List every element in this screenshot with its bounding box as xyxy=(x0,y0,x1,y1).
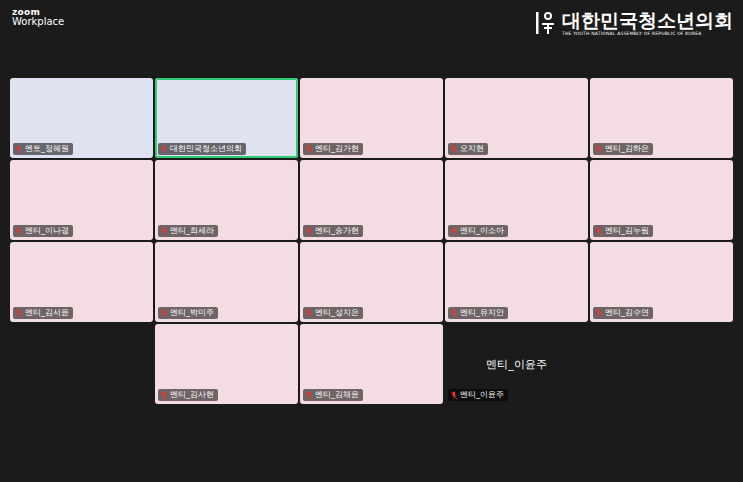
participant-name: 멘티_유지안 xyxy=(460,308,504,318)
participant-tile[interactable]: 멘티_김누림 xyxy=(590,160,733,240)
participant-tile[interactable]: 멘티_김채윤 xyxy=(300,324,443,404)
participant-tile[interactable]: 멘티_송가현 xyxy=(300,160,443,240)
participant-tile[interactable]: 멘티_김하은 xyxy=(590,78,733,158)
muted-mic-icon xyxy=(595,309,603,318)
name-label: 멘티_유지안 xyxy=(448,307,508,319)
participant-name: 멘티_이소아 xyxy=(460,226,504,236)
participant-tile[interactable]: 멘티_김사현 xyxy=(155,324,298,404)
watermark-subtitle: THE YOUTH NATIONAL ASSEMBLY OF REPUBLIC … xyxy=(562,31,733,36)
name-label: 멘티_김가현 xyxy=(303,143,363,155)
participant-name: 오지현 xyxy=(460,144,484,154)
participant-name: 멘티_김하은 xyxy=(605,144,649,154)
name-label: 멘티_송가현 xyxy=(303,225,363,237)
assembly-logo-icon xyxy=(535,10,557,36)
participant-name: 멘티_송가현 xyxy=(315,226,359,236)
participant-tile[interactable]: 멘티_유지안 xyxy=(445,242,588,322)
name-label: 오지현 xyxy=(448,143,488,155)
participant-tile[interactable]: 멘티_김수연 xyxy=(590,242,733,322)
top-bar: zoomWorkplace 대한민국청소년의회THE YOUTH NATIONAL… xyxy=(0,0,743,72)
name-label: 멘티_이소아 xyxy=(448,225,508,237)
product-text: Workplace xyxy=(12,17,64,28)
muted-mic-icon xyxy=(450,309,458,318)
participant-tile[interactable]: 멘티_성지은 xyxy=(300,242,443,322)
participant-tile[interactable]: 멘토_정혜원 xyxy=(10,78,153,158)
participant-name: 멘티_이윤주 xyxy=(460,390,504,400)
brand-text: zoom xyxy=(12,8,64,17)
name-label: 멘토_정혜원 xyxy=(13,143,73,155)
muted-mic-icon xyxy=(160,145,168,154)
name-label: 멘티_이나경 xyxy=(13,225,73,237)
participant-tile[interactable]: 멘티_이소아 xyxy=(445,160,588,240)
participant-name: 멘티_김수연 xyxy=(605,308,649,318)
name-label: 대한민국청소년의회 xyxy=(158,143,246,155)
muted-mic-icon xyxy=(15,309,23,318)
muted-mic-icon xyxy=(450,227,458,236)
name-label: 멘티_김사현 xyxy=(158,389,218,401)
participant-name: 멘티_김서윤 xyxy=(25,308,69,318)
name-label: 멘티_최세라 xyxy=(158,225,218,237)
muted-mic-icon xyxy=(595,227,603,236)
participant-name: 멘티_김사현 xyxy=(170,390,214,400)
muted-mic-icon xyxy=(450,391,458,400)
participant-name: 멘토_정혜원 xyxy=(25,144,69,154)
name-label: 멘티_이윤주 xyxy=(448,389,508,401)
watermark: 대한민국청소년의회THE YOUTH NATIONAL ASSEMBLY OF … xyxy=(535,8,733,36)
participant-name: 멘티_김가현 xyxy=(315,144,359,154)
participant-name: 멘티_박미주 xyxy=(170,308,214,318)
participant-name: 멘티_이나경 xyxy=(25,226,69,236)
muted-mic-icon xyxy=(305,227,313,236)
name-label: 멘티_김채윤 xyxy=(303,389,363,401)
participant-name: 멘티_김누림 xyxy=(605,226,649,236)
participant-tile[interactable]: 오지현 xyxy=(445,78,588,158)
muted-mic-icon xyxy=(450,145,458,154)
participant-tile[interactable]: 멘티_이윤주멘티_이윤주 xyxy=(445,324,588,404)
participant-tile[interactable]: 멘티_박미주 xyxy=(155,242,298,322)
participant-tile[interactable]: 멘티_최세라 xyxy=(155,160,298,240)
participant-tile[interactable]: 멘티_이나경 xyxy=(10,160,153,240)
name-label: 멘티_성지은 xyxy=(303,307,363,319)
muted-mic-icon xyxy=(15,145,23,154)
name-label: 멘티_박미주 xyxy=(158,307,218,319)
gallery-grid: 멘토_정혜원 대한민국청소년의회 멘티_김가현 오지현 멘티_김하은멘티_이나경 멘티_최… xyxy=(0,72,743,404)
muted-mic-icon xyxy=(305,391,313,400)
participant-tile[interactable]: 멘티_김서윤 xyxy=(10,242,153,322)
muted-mic-icon xyxy=(160,309,168,318)
participant-name-center: 멘티_이윤주 xyxy=(486,357,547,372)
name-label: 멘티_김수연 xyxy=(593,307,653,319)
watermark-text: 대한민국청소년의회THE YOUTH NATIONAL ASSEMBLY OF … xyxy=(562,10,733,36)
name-label: 멘티_김하은 xyxy=(593,143,653,155)
name-label: 멘티_김서윤 xyxy=(13,307,73,319)
muted-mic-icon xyxy=(305,145,313,154)
participant-name: 대한민국청소년의회 xyxy=(170,144,242,154)
participant-tile[interactable]: 멘티_김가현 xyxy=(300,78,443,158)
participant-name: 멘티_김채윤 xyxy=(315,390,359,400)
muted-mic-icon xyxy=(160,227,168,236)
participant-tile[interactable]: 대한민국청소년의회 xyxy=(155,78,298,158)
muted-mic-icon xyxy=(15,227,23,236)
participant-name: 멘티_성지은 xyxy=(315,308,359,318)
zoom-logo: zoomWorkplace xyxy=(12,8,64,28)
name-label: 멘티_김누림 xyxy=(593,225,653,237)
muted-mic-icon xyxy=(595,145,603,154)
watermark-title: 대한민국청소년의회 xyxy=(562,10,733,31)
participant-name: 멘티_최세라 xyxy=(170,226,214,236)
muted-mic-icon xyxy=(160,391,168,400)
muted-mic-icon xyxy=(305,309,313,318)
